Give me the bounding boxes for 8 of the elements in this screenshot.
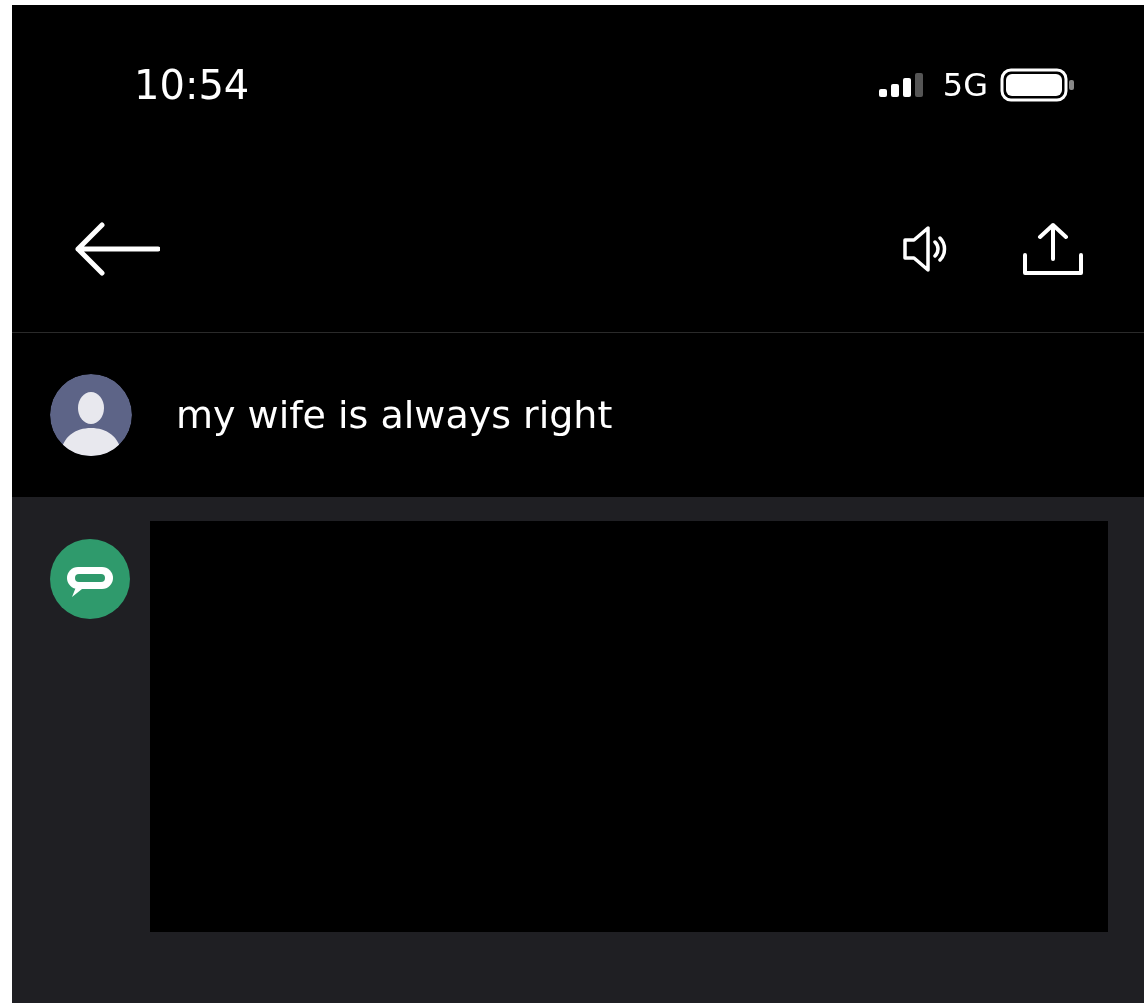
share-button[interactable] <box>1022 220 1084 277</box>
status-time: 10:54 <box>134 62 250 108</box>
battery-icon <box>1000 68 1076 102</box>
user-avatar-icon <box>50 374 132 456</box>
back-button[interactable] <box>74 220 160 277</box>
bot-avatar-icon <box>50 539 130 619</box>
network-label: 5G <box>942 66 988 104</box>
prompt-text: my wife is always right <box>176 393 613 437</box>
